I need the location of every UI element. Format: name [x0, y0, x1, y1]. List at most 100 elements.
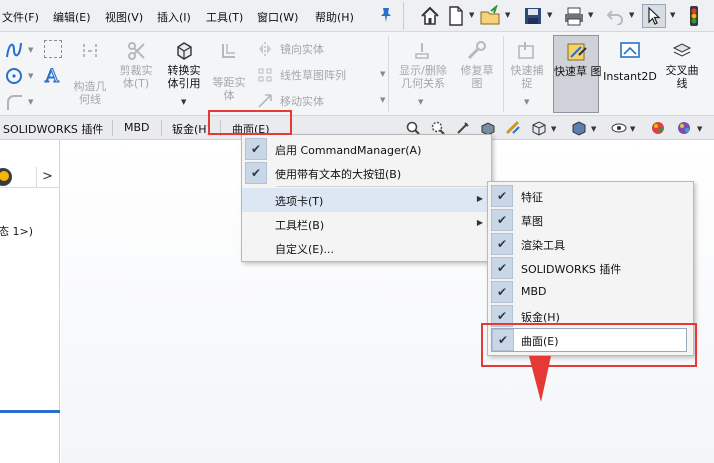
spline-icon[interactable] — [4, 40, 24, 60]
repair-sketch-icon[interactable] — [465, 40, 489, 62]
chevron-down-icon[interactable]: ▼ — [591, 125, 596, 133]
save-icon[interactable] — [521, 4, 545, 28]
command-manager-ribbon: ▼ ▼ A ▼ 构造几 何线 剪裁实 体(T) 转换实 体引用 ▼ 等距实 体 — [0, 32, 714, 116]
appearance-ball-icon[interactable] — [0, 168, 12, 186]
check-icon: ✔ — [491, 257, 513, 279]
open-folder-icon[interactable] — [479, 4, 503, 28]
rebuild-icon[interactable] — [682, 4, 706, 28]
convert-entities-icon[interactable] — [172, 40, 196, 62]
construction-geometry-icon[interactable] — [78, 40, 102, 62]
chevron-down-icon[interactable]: ▼ — [418, 98, 423, 106]
chevron-down-icon[interactable]: ▼ — [505, 12, 511, 19]
panel-expand-chevron[interactable]: > — [36, 167, 58, 187]
display-style-icon[interactable] — [570, 120, 588, 136]
submenu-item-surfaces[interactable]: ✔ 曲面(E) — [491, 328, 687, 352]
apply-scene-icon[interactable] — [675, 120, 695, 136]
check-icon: ✔ — [491, 185, 513, 207]
display-relations-button[interactable]: 显示/删除 几何关系 — [398, 64, 448, 90]
panel-splitter[interactable] — [0, 410, 60, 413]
menu-item-customize[interactable]: 自定义(E)... — [242, 236, 491, 260]
instant2d-icon[interactable] — [618, 40, 642, 62]
quick-snaps-button[interactable]: 快速捕 捉 — [507, 64, 547, 90]
trim-entities-icon[interactable] — [124, 40, 148, 62]
move-entities-button[interactable]: 移动实体 — [280, 95, 324, 108]
chevron-down-icon[interactable]: ▼ — [588, 12, 594, 19]
chevron-down-icon[interactable]: ▼ — [28, 46, 33, 54]
chevron-down-icon[interactable]: ▼ — [469, 12, 475, 19]
hide-show-items-icon[interactable] — [610, 120, 628, 136]
svg-text:A: A — [44, 65, 59, 86]
pin-icon[interactable] — [378, 6, 394, 24]
select-arrow-icon[interactable] — [642, 4, 666, 28]
chevron-down-icon[interactable]: ▼ — [380, 70, 385, 78]
submenu-item-mbd[interactable]: ✔ MBD — [488, 280, 693, 304]
undo-icon[interactable] — [603, 4, 627, 28]
menu-help[interactable]: 帮助(H) — [315, 9, 354, 25]
menu-item-large-buttons-text[interactable]: ✔ 使用带有文本的大按钮(B) — [242, 161, 491, 185]
repair-sketch-button[interactable]: 修复草 图 — [457, 64, 497, 90]
tabs-submenu: ✔ 特征 ✔ 草图 ✔ 渲染工具 ✔ SOLIDWORKS 插件 ✔ MBD ✔… — [487, 181, 694, 356]
check-icon: ✔ — [491, 305, 513, 327]
check-icon: ✔ — [491, 209, 513, 231]
submenu-item-render-tools[interactable]: ✔ 渲染工具 — [488, 232, 693, 256]
chevron-down-icon[interactable]: ▼ — [547, 12, 553, 19]
menu-bar: 文件(F) 编辑(E) 视图(V) 插入(I) 工具(T) 窗口(W) 帮助(H… — [0, 0, 714, 32]
display-relations-icon[interactable] — [410, 40, 434, 62]
edit-appearance-icon[interactable] — [650, 120, 668, 136]
menu-item-tabs[interactable]: 选项卡(T) ▶ — [242, 188, 491, 212]
rapid-sketch-icon — [565, 41, 589, 63]
home-icon[interactable] — [418, 4, 442, 28]
construction-geometry-button[interactable]: 构造几 何线 — [70, 80, 110, 106]
offset-entities-button[interactable]: 等距实 体 — [208, 76, 250, 102]
chevron-down-icon[interactable]: ▼ — [630, 125, 635, 133]
intersection-curve-icon[interactable] — [670, 40, 694, 62]
chevron-down-icon[interactable]: ▼ — [28, 98, 33, 106]
submenu-item-solidworks-addins[interactable]: ✔ SOLIDWORKS 插件 — [488, 256, 693, 280]
offset-entities-icon[interactable] — [218, 40, 242, 62]
menu-edit[interactable]: 编辑(E) — [53, 9, 91, 25]
convert-entities-button[interactable]: 转换实 体引用 — [163, 64, 205, 90]
menu-view[interactable]: 视图(V) — [105, 9, 143, 25]
chevron-down-icon[interactable]: ▼ — [181, 98, 186, 106]
print-icon[interactable] — [562, 4, 586, 28]
linear-pattern-button[interactable]: 线性草图阵列 — [280, 69, 346, 82]
mirror-entities-button[interactable]: 镜向实体 — [280, 43, 324, 56]
chevron-down-icon[interactable]: ▼ — [380, 96, 385, 104]
chevron-down-icon[interactable]: ▼ — [629, 12, 635, 19]
rapid-sketch-button[interactable]: 快速草 图 — [553, 35, 602, 113]
chevron-down-icon[interactable]: ▼ — [524, 98, 529, 106]
submenu-item-features[interactable]: ✔ 特征 — [488, 184, 693, 208]
tab-mbd[interactable]: MBD — [124, 121, 150, 134]
intersection-curve-button[interactable]: 交叉曲 线 — [661, 64, 703, 90]
text-icon[interactable]: A — [42, 64, 64, 87]
ellipse-icon[interactable] — [4, 66, 24, 86]
tab-solidworks-addins[interactable]: SOLIDWORKS 插件 — [3, 121, 103, 137]
tree-item-config[interactable]: 态 1>) — [0, 223, 33, 239]
move-entities-icon[interactable] — [257, 93, 273, 109]
menu-insert[interactable]: 插入(I) — [157, 9, 191, 25]
submenu-arrow-icon: ▶ — [476, 218, 483, 227]
new-document-icon[interactable] — [444, 4, 468, 28]
tab-sheet-metal[interactable]: 钣金(H) — [172, 121, 211, 137]
menu-file[interactable]: 文件(F) — [2, 9, 39, 25]
chevron-down-icon[interactable]: ▼ — [697, 125, 702, 133]
menu-item-toolbars[interactable]: 工具栏(B) ▶ — [242, 212, 491, 236]
submenu-item-sheet-metal[interactable]: ✔ 钣金(H) — [488, 304, 693, 328]
trim-entities-button[interactable]: 剪裁实 体(T) — [116, 64, 156, 90]
submenu-item-sketch[interactable]: ✔ 草图 — [488, 208, 693, 232]
instant2d-button[interactable]: Instant2D — [602, 70, 658, 83]
view-orientation-icon[interactable] — [530, 120, 548, 136]
sketch-box-icon[interactable] — [44, 40, 62, 58]
linear-pattern-icon[interactable] — [257, 67, 273, 83]
mirror-entities-icon[interactable] — [257, 41, 273, 57]
chevron-down-icon[interactable]: ▼ — [670, 12, 676, 19]
quick-snaps-icon[interactable] — [515, 40, 539, 62]
chevron-down-icon[interactable]: ▼ — [551, 125, 556, 133]
chevron-down-icon[interactable]: ▼ — [28, 72, 33, 80]
menu-window[interactable]: 窗口(W) — [257, 9, 298, 25]
menu-item-enable-commandmanager[interactable]: ✔ 启用 CommandManager(A) — [242, 137, 491, 161]
menu-tools[interactable]: 工具(T) — [206, 9, 243, 25]
fillet-icon[interactable] — [4, 92, 24, 112]
dynamic-annotation-icon[interactable] — [504, 120, 522, 136]
feature-manager-panel: > 态 1>) — [0, 140, 60, 463]
